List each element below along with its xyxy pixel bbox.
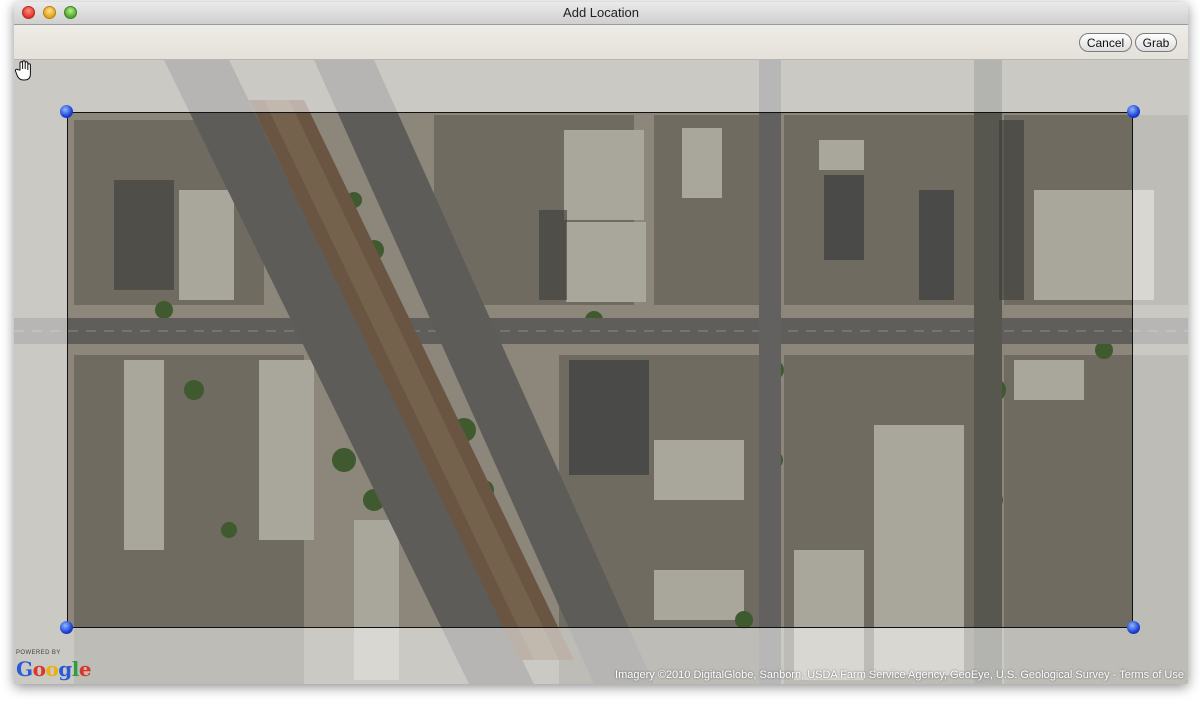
selection-handle-bottom-left[interactable] [60, 621, 73, 634]
selection-handle-bottom-right[interactable] [1127, 621, 1140, 634]
google-wordmark: Google [16, 657, 92, 681]
selection-handle-top-left[interactable] [60, 105, 73, 118]
toolbar: Cancel Grab [14, 25, 1188, 60]
window-title: Add Location [563, 5, 639, 20]
add-location-window: Add Location Cancel Grab POWERED BY Goog… [14, 2, 1188, 684]
aerial-imagery [14, 60, 1188, 684]
map-attribution[interactable]: Imagery ©2010 DigitalGlobe, Sanborn, USD… [615, 669, 1184, 681]
grab-button[interactable]: Grab [1135, 33, 1177, 52]
satellite-map[interactable]: POWERED BY Google Imagery ©2010 DigitalG… [14, 60, 1188, 684]
title-bar[interactable]: Add Location [14, 2, 1188, 25]
google-logo: POWERED BY Google [16, 650, 92, 681]
powered-by-label: POWERED BY [16, 650, 61, 656]
hand-cursor-icon [14, 60, 31, 81]
cancel-button[interactable]: Cancel [1079, 33, 1132, 52]
selection-handle-top-right[interactable] [1127, 105, 1140, 118]
